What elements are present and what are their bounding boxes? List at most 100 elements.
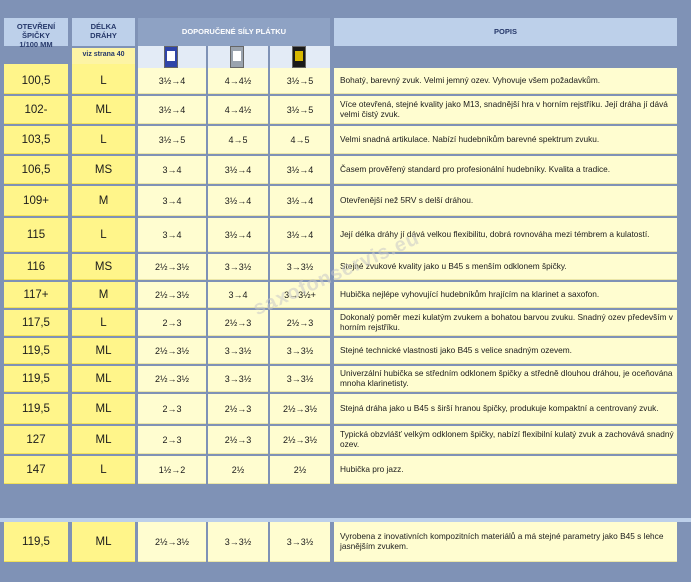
reed-strength-2-cell-text: 3½→4 — [224, 229, 252, 240]
reed-strength-3-cell: 2½→3½ — [270, 426, 330, 454]
description-cell-text: Časem prověřený standard pro profesionál… — [340, 163, 611, 174]
header-description: POPIS — [334, 18, 677, 46]
tip-opening-cell-text: 119,5 — [22, 344, 50, 357]
description-cell-text: Bohatý, barevný zvuk. Velmi jemný ozev. … — [340, 74, 601, 85]
reed-strength-1-cell: 3→4 — [138, 156, 206, 184]
table-row: 109+ M 3→4 3½→4 3½→4 Otevřenější než 5RV s de… — [0, 186, 691, 216]
reed-strength-3-cell: 2½→3 — [270, 310, 330, 336]
reed-strength-2-cell-text: 3½→4 — [224, 195, 252, 206]
track-length-cell-text: L — [100, 463, 107, 476]
reed-strength-3-cell-text: 3½→4 — [286, 164, 314, 175]
track-length-cell: ML — [72, 426, 135, 454]
description-cell: Hubička nejlépe vyhovující hudebníkům hr… — [334, 282, 677, 308]
reed-strength-2-cell-text: 2½ — [231, 464, 245, 475]
reed-strength-1-cell: 3→4 — [138, 186, 206, 216]
table-row: 117+ M 2½→3½ 3→4 3→3½+ Hubička nejlépe vyhovu… — [0, 282, 691, 308]
description-cell: Více otevřená, stejné kvality jako M13, … — [334, 96, 677, 124]
description-cell: Otevřenější než 5RV s delší dráhou. — [334, 186, 677, 216]
reed-strength-2-cell-text: 4→4½ — [224, 104, 252, 115]
tip-opening-cell-text: 119,5 — [22, 372, 50, 385]
reed-strength-2-cell: 3½→4 — [208, 156, 268, 184]
track-length-cell-text: MS — [94, 260, 113, 273]
description-cell: Typická obzvlášť velkým odklonem špičky,… — [334, 426, 677, 454]
track-length-cell: M — [72, 282, 135, 308]
reed-strength-3-cell-text: 3½→5 — [286, 75, 314, 86]
track-length-cell: ML — [72, 394, 135, 424]
reed-strength-2-cell: 4→4½ — [208, 68, 268, 94]
header-reeds: DOPORUČENÉ SÍLY PLÁTKU — [138, 18, 330, 46]
track-length-cell: MS — [72, 156, 135, 184]
description-cell-text: Její délka dráhy jí dává velkou flexibil… — [340, 228, 650, 239]
reed-strength-1-cell-text: 2→3 — [162, 317, 182, 328]
tip-opening-cell-text: 115 — [26, 228, 46, 241]
reed-strength-1-cell-text: 2½→3½ — [154, 536, 190, 547]
description-cell: Bohatý, barevný zvuk. Velmi jemný ozev. … — [334, 68, 677, 94]
reed-strength-1-cell: 2½→3½ — [138, 282, 206, 308]
table-row: 127 ML 2→3 2½→3 2½→3½ Typická obzvlášť velkým… — [0, 426, 691, 454]
tip-opening-cell: 119,5 — [4, 394, 68, 424]
description-cell-text: Dokonalý poměr mezi kulatým zvukem a boh… — [340, 312, 673, 332]
track-length-cell: ML — [72, 522, 135, 562]
reed-strength-2-cell-text: 3→3½ — [224, 345, 252, 356]
grey-reed-box-icon — [230, 46, 244, 68]
reed-strength-1-cell-text: 1½→2 — [158, 464, 186, 475]
track-length-cell: MS — [72, 254, 135, 280]
description-cell: Vyrobena z inovativních kompozitních mat… — [334, 522, 677, 562]
reed-strength-1-cell: 2→3 — [138, 394, 206, 424]
track-length-cell: ML — [72, 338, 135, 364]
reed-strength-1-cell: 2½→3½ — [138, 338, 206, 364]
reed-strength-1-cell-text: 3½→5 — [158, 134, 186, 145]
track-length-cell-text: MS — [94, 163, 113, 176]
reed-strength-2-cell: 2½ — [208, 456, 268, 484]
reed-strength-1-cell-text: 2½→3½ — [154, 261, 190, 272]
reed-strength-3-cell: 2½→3½ — [270, 394, 330, 424]
table-row: 147 L 1½→2 2½ 2½ Hubička pro jazz. — [0, 456, 691, 484]
reed-col-3 — [270, 46, 330, 68]
reed-strength-2-cell-text: 3→3½ — [224, 536, 252, 547]
reed-strength-3-cell-text: 3→3½ — [286, 536, 314, 547]
reed-strength-3-cell: 4→5 — [270, 126, 330, 154]
reed-strength-1-cell-text: 3→4 — [162, 195, 182, 206]
track-length-cell: M — [72, 186, 135, 216]
reed-strength-2-cell: 3→3½ — [208, 366, 268, 392]
description-cell-text: Stejné technické vlastnosti jako B45 s v… — [340, 344, 572, 355]
reed-col-2 — [208, 46, 268, 68]
tip-opening-cell: 147 — [4, 456, 68, 484]
reed-strength-1-cell-text: 2½→3½ — [154, 345, 190, 356]
tip-opening-cell-text: 127 — [26, 433, 46, 446]
description-cell: Hubička pro jazz. — [334, 456, 677, 484]
reed-strength-1-cell: 2½→3½ — [138, 366, 206, 392]
reed-strength-1-cell: 3→4 — [138, 218, 206, 252]
description-cell-text: Typická obzvlášť velkým odklonem špičky,… — [340, 429, 674, 449]
reed-strength-2-cell-text: 4→4½ — [224, 75, 252, 86]
table-row: 103,5 L 3½→5 4→5 4→5 Velmi snadná artikulace.… — [0, 126, 691, 154]
track-length-cell: L — [72, 68, 135, 94]
reed-strength-3-cell-text: 3½→5 — [286, 104, 314, 115]
reed-strength-2-cell-text: 3½→4 — [224, 164, 252, 175]
tip-opening-cell: 119,5 — [4, 338, 68, 364]
reed-strength-3-cell-text: 2½→3½ — [282, 403, 318, 414]
header-tip-opening: OTEVŘENÍ ŠPIČKY 1/100 MM — [4, 18, 68, 49]
track-length-cell-text: ML — [95, 433, 112, 446]
description-cell: Velmi snadná artikulace. Nabízí hudebník… — [334, 126, 677, 154]
reed-strength-3-cell-text: 3½→4 — [286, 195, 314, 206]
reed-col-1 — [138, 46, 206, 68]
track-length-cell-text: M — [98, 194, 109, 207]
reed-strength-2-cell: 2½→3 — [208, 394, 268, 424]
tip-opening-cell: 117+ — [4, 282, 68, 308]
track-length-cell-text: L — [100, 228, 107, 241]
track-length-cell-text: L — [100, 316, 107, 329]
track-length-cell: ML — [72, 96, 135, 124]
description-cell-text: Stejná dráha jako u B45 s širší hranou š… — [340, 402, 659, 413]
reed-strength-3-cell: 3→3½ — [270, 522, 330, 562]
reed-strength-3-cell: 3½→5 — [270, 96, 330, 124]
reed-strength-2-cell-text: 2½→3 — [224, 403, 252, 414]
tip-opening-cell-text: 116 — [26, 260, 46, 273]
reed-strength-3-cell: 2½ — [270, 456, 330, 484]
tip-opening-cell: 127 — [4, 426, 68, 454]
description-cell-text: Hubička nejlépe vyhovující hudebníkům hr… — [340, 288, 600, 299]
tip-opening-cell-text: 102- — [24, 103, 48, 116]
tip-opening-cell: 106,5 — [4, 156, 68, 184]
reed-strength-3-cell-text: 2½ — [293, 464, 307, 475]
reed-strength-1-cell-text: 2½→3½ — [154, 289, 190, 300]
